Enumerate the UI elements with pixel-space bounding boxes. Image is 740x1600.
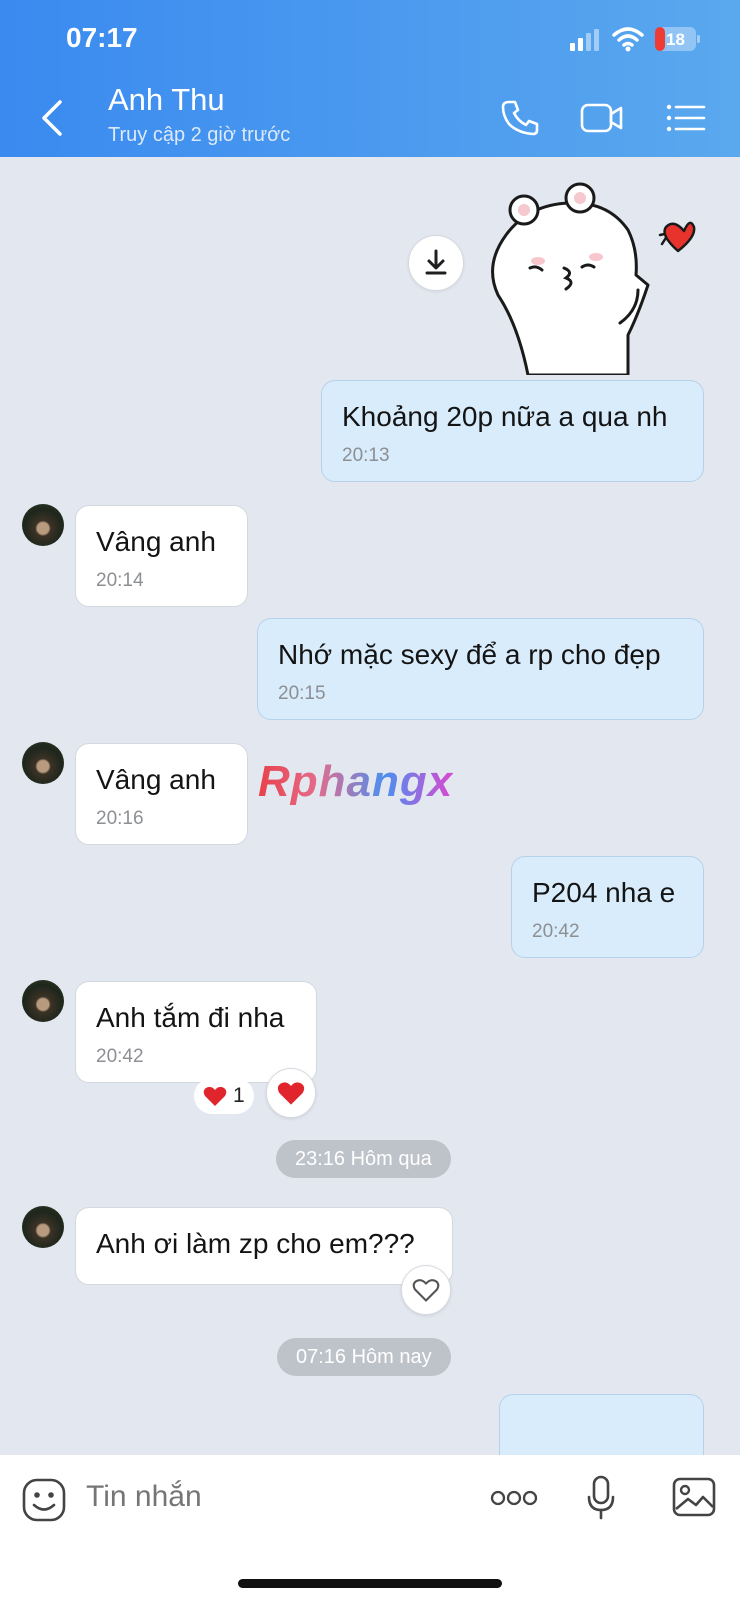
contact-avatar[interactable] [22, 980, 64, 1022]
date-divider: 07:16 Hôm nay [277, 1338, 451, 1376]
message-time: 20:16 [96, 808, 144, 829]
bear-kiss-sticker[interactable] [488, 175, 716, 375]
message-text: Anh ơi làm zp cho em??? [96, 1228, 415, 1259]
wifi-icon [612, 27, 644, 52]
contact-name[interactable]: Anh Thu [108, 82, 225, 118]
date-divider: 23:16 Hôm qua [276, 1140, 451, 1178]
chat-messages[interactable]: Khoảng 20p nữa a qua nh 20:13 Vâng anh 2… [0, 157, 740, 1455]
watermark-logo: Rphangx [258, 757, 454, 806]
message-time: 20:13 [342, 445, 390, 466]
image-gallery-icon[interactable] [672, 1477, 716, 1517]
heart-filled-icon [277, 1082, 305, 1105]
video-call-icon[interactable] [580, 98, 624, 138]
emoji-sticker-icon[interactable] [22, 1478, 66, 1522]
message-bubble[interactable]: Vâng anh 20:14 [75, 505, 248, 607]
phone-call-icon[interactable] [500, 98, 544, 138]
message-bubble[interactable] [499, 1394, 704, 1455]
contact-avatar[interactable] [22, 504, 64, 546]
react-button[interactable] [401, 1265, 451, 1315]
download-button[interactable] [408, 235, 464, 291]
message-text: Khoảng 20p nữa a qua nh [342, 401, 668, 432]
message-bubble[interactable]: Vâng anh 20:16 [75, 743, 248, 845]
menu-list-icon[interactable] [664, 98, 708, 138]
last-seen-status: Truy cập 2 giờ trước [108, 124, 291, 146]
back-arrow-icon[interactable] [36, 98, 70, 138]
message-bubble[interactable]: Khoảng 20p nữa a qua nh 20:13 [321, 380, 704, 482]
microphone-icon[interactable] [586, 1475, 616, 1521]
download-icon [425, 249, 447, 275]
message-input[interactable] [84, 1473, 448, 1521]
heart-reaction-icon [203, 1086, 227, 1106]
battery-level: 18 [666, 30, 685, 49]
message-bubble[interactable]: Anh ơi làm zp cho em??? [75, 1207, 453, 1285]
message-text: Nhớ mặc sexy để a rp cho đẹp [278, 639, 661, 670]
message-text: Vâng anh [96, 764, 216, 795]
message-text: P204 nha e [532, 877, 676, 908]
contact-avatar[interactable] [22, 742, 64, 784]
message-composer [0, 1455, 740, 1600]
message-bubble[interactable]: Anh tắm đi nha 20:42 [75, 981, 317, 1083]
heart-outline-icon [412, 1279, 440, 1302]
message-text: Vâng anh [96, 526, 216, 557]
message-bubble[interactable]: P204 nha e 20:42 [511, 856, 704, 958]
cellular-signal-icon [570, 29, 599, 51]
react-button[interactable] [266, 1068, 316, 1118]
message-text: Anh tắm đi nha [96, 1002, 285, 1033]
home-indicator [238, 1579, 502, 1588]
battery-icon: 18 [655, 27, 700, 51]
message-bubble[interactable]: Nhớ mặc sexy để a rp cho đẹp 20:15 [257, 618, 704, 720]
message-time: 20:14 [96, 570, 144, 591]
message-time: 20:15 [278, 683, 326, 704]
more-options-icon[interactable] [490, 1489, 538, 1507]
chat-header: 07:17 18 Anh Thu Truy cập 2 giờ trước [0, 0, 740, 157]
message-time: 20:42 [96, 1046, 144, 1067]
reaction-count: 1 [233, 1084, 245, 1107]
message-time: 20:42 [532, 921, 580, 942]
contact-avatar[interactable] [22, 1206, 64, 1248]
reaction-summary[interactable]: 1 [194, 1078, 254, 1114]
status-time: 07:17 [66, 22, 138, 53]
